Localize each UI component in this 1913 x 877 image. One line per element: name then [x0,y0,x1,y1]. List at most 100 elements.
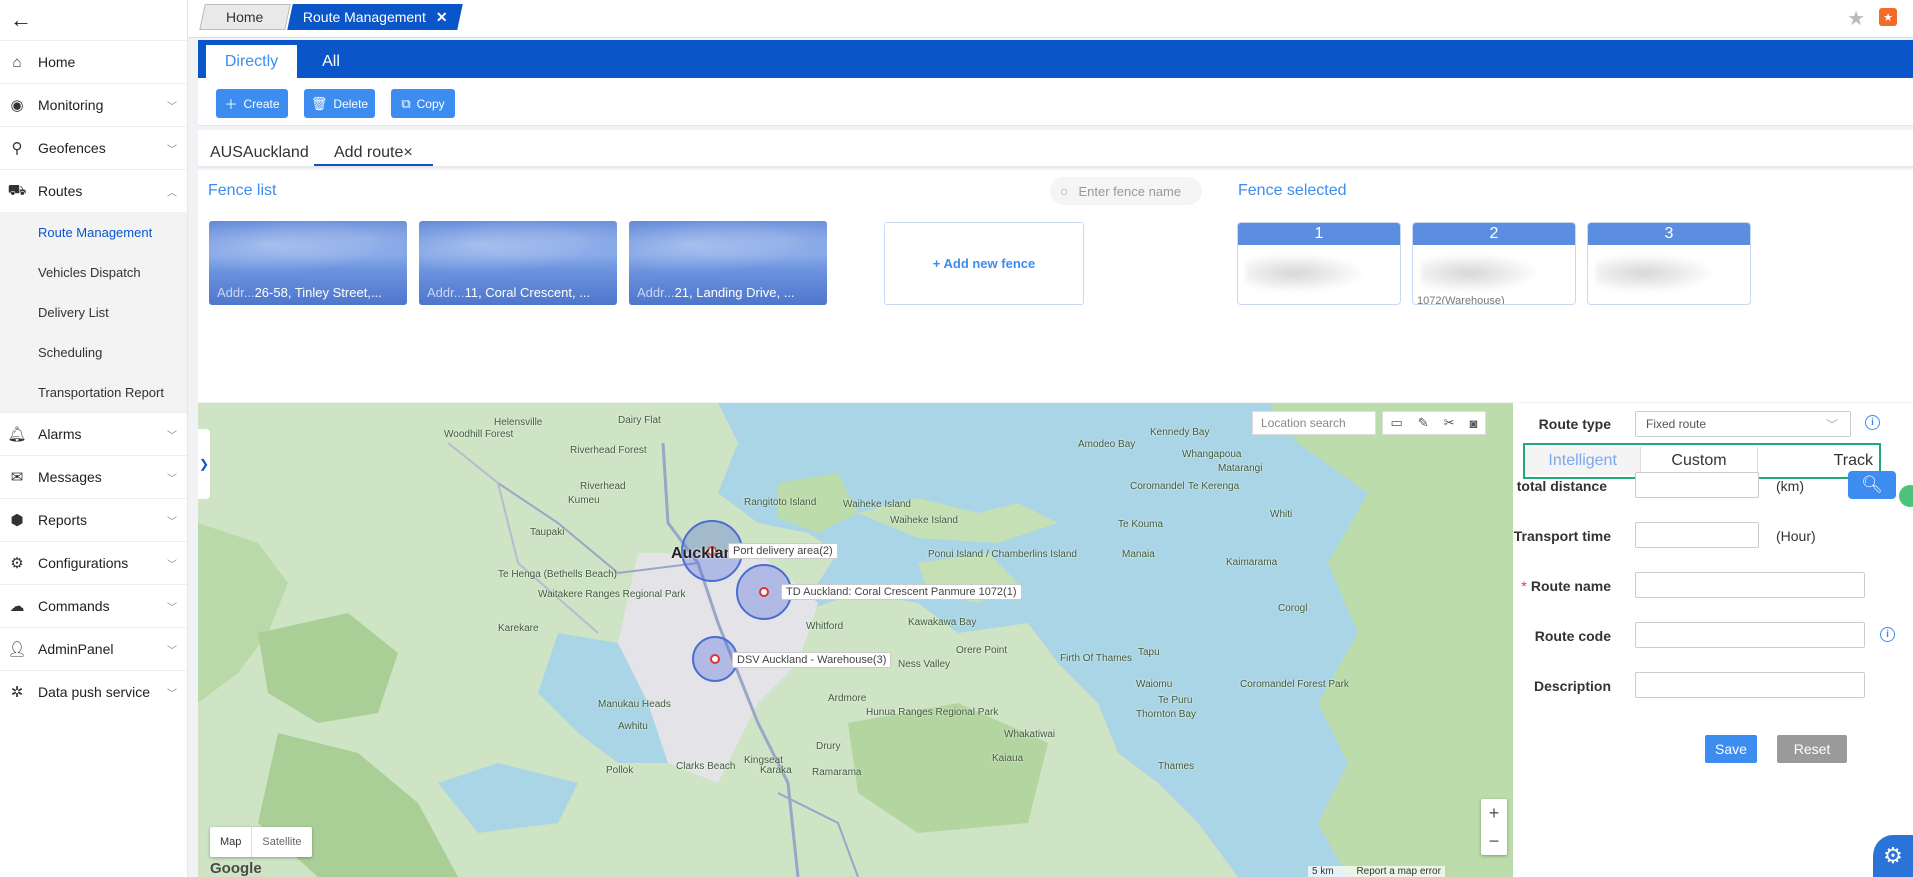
map-place-label: Kumeu [568,495,600,506]
fence-card[interactable]: Addr...21, Landing Drive, ... [629,221,827,305]
save-button[interactable]: Save [1705,735,1757,763]
map-place-label: Waiomu [1136,679,1173,690]
tab-route-management[interactable]: Route Management ✕ [287,4,463,30]
total-distance-input[interactable] [1635,472,1759,498]
rectangle-tool-icon[interactable]: ▭ [1391,415,1403,431]
sidebar-item-geofences[interactable]: ⚲ Geofences ﹀ [0,126,187,169]
fence-marker-label[interactable]: Port delivery area(2) [728,543,838,559]
map-type-map[interactable]: Map [210,827,251,857]
sidebar-item-reports[interactable]: ⬢ Reports ﹀ [0,498,187,541]
star-icon[interactable]: ★ [1847,6,1865,31]
map-place-label: Pollok [606,765,634,776]
location-search-input[interactable]: Location search [1252,411,1376,435]
mail-icon: ✉ [10,469,24,486]
map-place-label: Te Kouma [1118,519,1164,530]
description-input[interactable] [1635,672,1865,698]
transport-time-label: Transport time [1513,528,1611,544]
copy-icon: ⧉ [401,95,411,111]
sidebar-item-adminpanel[interactable]: 👤︎ AdminPanel ﹀ [0,627,187,670]
delete-label: Delete [333,96,369,111]
route-type-select[interactable]: Fixed route ﹀ [1635,411,1851,437]
trash-icon: 🗑︎ [310,95,328,111]
sidebar-subitem-scheduling[interactable]: Scheduling [0,332,187,372]
truck-icon: ⛟ [7,181,27,199]
sidebar-item-label: AdminPanel [38,641,114,657]
map-place-label: Thornton Bay [1136,709,1197,720]
fence-card[interactable]: Addr...11, Coral Crescent, ... [419,221,617,305]
zoom-in-icon[interactable]: + [1489,803,1500,824]
calendar-icon[interactable]: ★ [1879,8,1897,26]
map-place-label: Manukau Heads [598,699,671,710]
selected-fence-card[interactable]: 2 1072(Warehouse) [1412,222,1576,305]
map-scale: 5 km [1312,866,1334,877]
map-type-satellite[interactable]: Satellite [251,827,311,857]
tab-ausauckland[interactable]: AUSAuckland [210,144,309,162]
map-place-label: Karekare [498,623,539,634]
sidebar-item-alarms[interactable]: 🔔︎ Alarms ﹀ [0,412,187,455]
delete-button[interactable]: 🗑︎ Delete [304,89,375,118]
transport-time-input[interactable] [1635,522,1759,548]
sidebar-subitem-transportation-report[interactable]: Transportation Report [0,372,187,412]
fence-marker-label[interactable]: TD Auckland: Coral Crescent Panmure 1072… [781,584,1022,600]
settings-help-icon[interactable]: ⚙ [1873,835,1913,877]
map-place-label: Karaka [760,765,792,776]
search-route-button[interactable]: 🔍︎ [1848,471,1896,499]
required-marker: * [1521,578,1527,594]
sidebar-item-routes[interactable]: ⛟ Routes ︿ [0,169,187,212]
sidebar-item-configurations[interactable]: ⚙ Configurations ﹀ [0,541,187,584]
route-name-input[interactable] [1635,572,1865,598]
sidebar-item-label: Home [38,54,76,70]
reset-button[interactable]: Reset [1777,735,1847,763]
sidebar-subitem-delivery-list[interactable]: Delivery List [0,292,187,332]
chevron-down-icon: ﹀ [167,646,177,657]
map-view[interactable]: Helensville Dairy Flat Woodhill Forest Rive… [198,403,1513,877]
fence-search-input[interactable]: ○ Enter fence name [1050,177,1202,205]
map-place-label: Ramarama [812,767,862,778]
tab-add-route[interactable]: Add route× [314,144,433,166]
sidebar-item-label: Commands [38,598,110,614]
fence-marker-label[interactable]: DSV Auckland - Warehouse(3) [732,652,892,668]
expand-panel-button[interactable]: ❯ [198,429,210,499]
selected-fence-card[interactable]: 1 [1237,222,1401,305]
map-place-label: Taupaki [530,527,565,538]
tab-directly[interactable]: Directly [206,45,297,78]
route-tabs: AUSAuckland Add route× [198,130,1913,168]
route-code-input[interactable] [1635,622,1865,648]
camera-icon[interactable]: ◙ [1470,416,1478,431]
sidebar-subitem-vehicles-dispatch[interactable]: Vehicles Dispatch [0,252,187,292]
clear-tool-icon[interactable]: ✂ [1444,415,1455,431]
zoom-out-icon[interactable]: − [1489,831,1500,852]
fence-card[interactable]: Addr...26-58, Tinley Street,... [209,221,407,305]
route-type-value: Fixed route [1646,417,1707,431]
sidebar-item-monitoring[interactable]: ◉ Monitoring ﹀ [0,83,187,126]
selected-fence-card[interactable]: 3 [1587,222,1751,305]
close-icon[interactable]: ✕ [436,9,448,25]
sidebar-item-data-push[interactable]: ✲ Data push service ﹀ [0,670,187,713]
map-place-label: Amodeo Bay [1078,439,1136,450]
map-place-label: Tapu [1138,647,1160,658]
sidebar-item-home[interactable]: ⌂ Home [0,40,187,83]
create-button[interactable]: ＋ Create [216,89,288,118]
search-icon: 🔍︎ [1861,475,1883,494]
map-place-label: Matarangi [1218,463,1263,474]
pin-tool-icon[interactable]: ✎ [1418,415,1429,431]
map-place-label: Te Kerenga [1188,481,1240,492]
sidebar-subitem-route-management[interactable]: Route Management [0,212,187,252]
fence-address: Addr...26-58, Tinley Street,... [217,285,401,300]
route-name-text: Route name [1530,578,1611,594]
sidebar-item-commands[interactable]: ☁ Commands ﹀ [0,584,187,627]
back-arrow-icon[interactable]: ← [0,0,187,40]
chevron-up-icon: ︿ [167,188,177,199]
add-new-fence-button[interactable]: + Add new fence [884,222,1084,305]
sidebar-item-messages[interactable]: ✉ Messages ﹀ [0,455,187,498]
map-place-label: Ness Valley [898,659,951,670]
report-map-error-link[interactable]: Report a map error [1356,866,1440,877]
copy-button[interactable]: ⧉ Copy [391,89,455,118]
tab-home[interactable]: Home [199,4,291,30]
info-icon[interactable]: i [1880,627,1895,642]
info-icon[interactable]: i [1865,415,1880,430]
map-place-label: Ardmore [828,693,867,704]
map-place-label: Dairy Flat [618,415,661,426]
search-icon: ○ [1060,183,1069,199]
tab-all[interactable]: All [306,45,356,78]
